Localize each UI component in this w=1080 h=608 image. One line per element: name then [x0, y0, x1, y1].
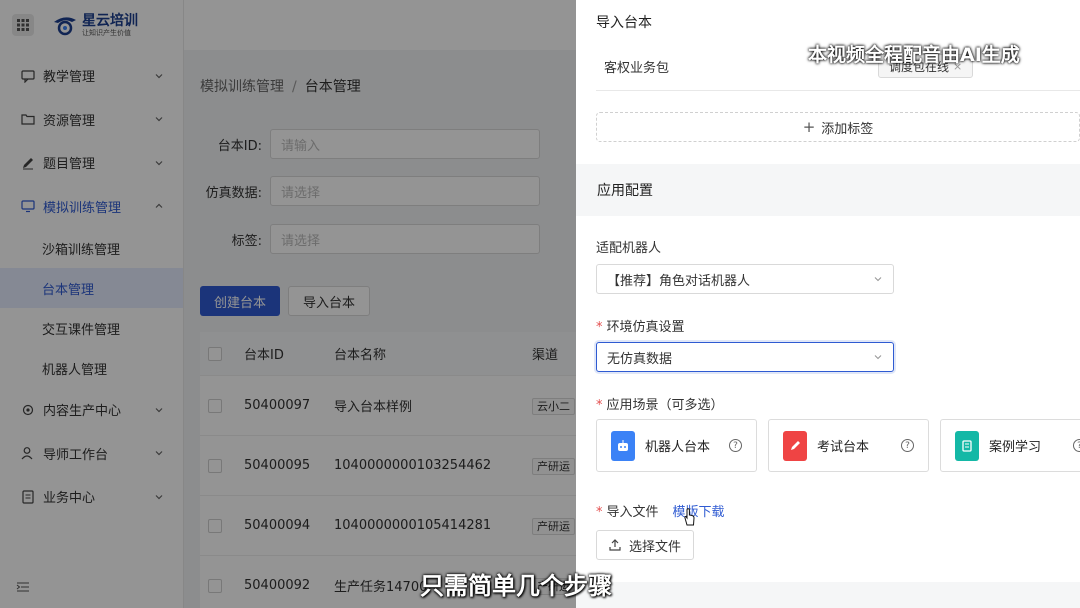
modal-overlay[interactable]	[0, 0, 576, 608]
divider	[596, 90, 1080, 91]
required-mark: *	[596, 505, 603, 520]
scene-label-robot: 机器人台本	[645, 440, 711, 455]
scene-card-exam[interactable]: 考试台本 ?	[768, 419, 929, 472]
caption-bottom: 只需简单几个步骤	[420, 572, 612, 600]
import-drawer: 导入台本 客权业务包 调度包在线 × + 添加标签 应用配置 适配机器人 【推荐…	[576, 0, 1080, 608]
required-mark: *	[596, 398, 603, 413]
caption-top: 本视频全程配音由AI生成	[808, 44, 1020, 66]
scene-label-text: 应用场景（可多选）	[606, 398, 724, 413]
scene-label-case: 案例学习	[989, 440, 1042, 455]
scene-label-exam: 考试台本	[817, 440, 870, 455]
select-file-button[interactable]: 选择文件	[596, 530, 695, 560]
help-icon[interactable]: ?	[901, 439, 914, 452]
file-label: * 导入文件 模版下载	[596, 501, 725, 520]
env-label-text: 环境仿真设置	[606, 320, 685, 335]
scene-card-case[interactable]: 案例学习 ?	[940, 419, 1080, 472]
robot-icon	[611, 430, 635, 461]
file-label-text: 导入文件	[606, 505, 659, 520]
template-download-link[interactable]: 模版下载	[673, 505, 725, 520]
drawer-title: 导入台本	[596, 15, 652, 31]
robot-select-value: 【推荐】角色对话机器人	[607, 273, 751, 289]
chevron-down-icon	[874, 277, 882, 282]
robot-label: 适配机器人	[596, 241, 662, 256]
env-label: * 环境仿真设置	[596, 316, 685, 335]
add-tag-button[interactable]: + 添加标签	[596, 112, 1080, 142]
scene-card-robot[interactable]: 机器人台本 ?	[596, 419, 757, 472]
upload-icon	[609, 539, 621, 551]
drawer-footer	[576, 582, 1080, 608]
book-icon	[955, 430, 979, 461]
help-icon[interactable]: ?	[1073, 439, 1080, 452]
env-select[interactable]: 无仿真数据	[596, 342, 894, 372]
robot-select[interactable]: 【推荐】角色对话机器人	[596, 264, 894, 294]
add-tag-label: 添加标签	[821, 121, 874, 137]
required-mark: *	[596, 320, 603, 335]
select-file-label: 选择文件	[629, 539, 682, 555]
scene-options: 机器人台本 ? 考试台本 ? 案例学习 ?	[596, 419, 1080, 472]
section-title: 应用配置	[576, 164, 1080, 216]
plus-icon: +	[802, 118, 816, 136]
env-select-value: 无仿真数据	[607, 351, 673, 367]
hand-cursor-icon	[684, 508, 695, 526]
help-icon[interactable]: ?	[729, 439, 742, 452]
scene-label: * 应用场景（可多选）	[596, 394, 724, 413]
business-package-label: 客权业务包	[604, 61, 670, 76]
chevron-down-icon	[874, 355, 882, 360]
pen-icon	[783, 430, 807, 461]
